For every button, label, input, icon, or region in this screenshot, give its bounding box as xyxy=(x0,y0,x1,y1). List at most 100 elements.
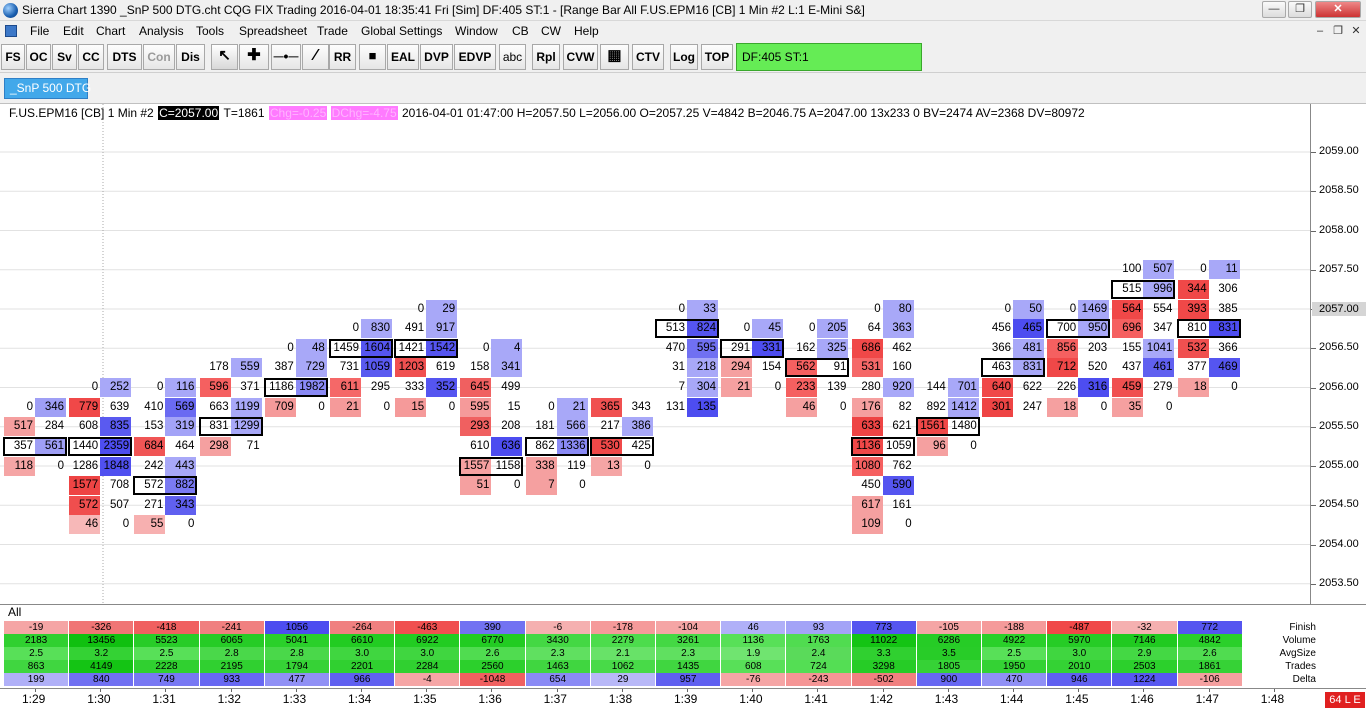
footprint-ask-cell: 1041 xyxy=(1143,338,1175,358)
footprint-ask-cell: 507 xyxy=(1143,260,1175,280)
subgraph-finish-cell: 93 xyxy=(786,621,851,634)
trendline-tool-icon[interactable]: ∕ xyxy=(302,44,329,70)
menu-edit[interactable]: Edit xyxy=(63,24,84,38)
footprint-bid-cell: 178 xyxy=(209,361,229,374)
toolbar-ctv-button[interactable]: CTV xyxy=(632,44,664,70)
mdi-minimize-icon[interactable]: – xyxy=(1311,25,1329,39)
footprint-bid-cell: 7 xyxy=(678,381,685,393)
mdi-restore-icon[interactable]: ❐ xyxy=(1329,25,1347,39)
footprint-bid-cell: 109 xyxy=(851,515,883,535)
toolbar-abc-button[interactable]: abc xyxy=(499,44,526,70)
footprint-bid-cell: 0 xyxy=(287,341,294,354)
grid-layout-icon[interactable]: ▦ xyxy=(600,44,629,70)
toolbar-dvp-button[interactable]: DVP xyxy=(420,44,453,70)
footprint-bid-cell: 0 xyxy=(743,322,751,335)
point-of-control-box xyxy=(68,436,133,456)
price-label: 2056.50 xyxy=(1319,341,1359,354)
footprint-bid-cell: 118 xyxy=(4,456,35,476)
price-tick xyxy=(1311,387,1316,389)
time-label: 1:33 xyxy=(282,692,307,706)
subgraph-avgsize-cell: 2.3 xyxy=(656,647,721,660)
menu-window[interactable]: Window xyxy=(455,24,498,38)
toolbar-edvp-button[interactable]: EDVP xyxy=(454,44,496,70)
footprint-ask-cell: 636 xyxy=(491,436,523,456)
footprint-ask-cell: 917 xyxy=(426,319,458,339)
footprint-bid-cell: 35 xyxy=(1112,397,1144,417)
footprint-bid-cell: 64 xyxy=(867,322,881,335)
subgraph-trades-cell: 1794 xyxy=(264,660,329,673)
crosshair-tool-icon[interactable]: ✚ xyxy=(239,44,269,70)
footprint-ask-cell: 29 xyxy=(426,299,458,319)
toolbar-cvw-button[interactable]: CVW xyxy=(563,44,598,70)
footprint-ask-cell: 279 xyxy=(1153,381,1173,393)
toolbar-cc-button[interactable]: CC xyxy=(78,44,104,70)
rectangle-tool-icon[interactable]: ■ xyxy=(359,44,386,70)
footprint-bid-cell: 226 xyxy=(1057,381,1077,393)
toolbar-fs-button[interactable]: FS xyxy=(1,44,25,70)
footprint-bid-cell: 21 xyxy=(721,378,753,397)
subgraph-volume-cell: 4922 xyxy=(982,634,1047,647)
subgraph-delta-cell: 946 xyxy=(1047,673,1112,686)
toolbar-oc-button[interactable]: OC xyxy=(26,44,51,70)
footprint-ask-cell: 50 xyxy=(1013,299,1044,319)
subgraph-trades-cell: 2228 xyxy=(134,660,199,673)
toolbar-dis-button[interactable]: Dis xyxy=(176,44,205,70)
menu-tools[interactable]: Tools xyxy=(196,24,224,38)
footprint-ask-cell: 729 xyxy=(295,358,327,378)
time-label: 1:32 xyxy=(217,692,241,706)
maximize-button[interactable]: ❐ xyxy=(1288,1,1312,18)
footprint-bid-cell: 663 xyxy=(209,400,229,413)
toolbar-rr-button[interactable]: RR xyxy=(329,44,356,70)
toolbar-eal-button[interactable]: EAL xyxy=(387,44,419,70)
mdi-close-icon[interactable]: ✕ xyxy=(1347,25,1365,39)
toolbar-top-button[interactable]: TOP xyxy=(701,44,733,70)
footprint-bid-cell: 1080 xyxy=(851,456,883,476)
footprint-bid-cell: 46 xyxy=(786,397,818,417)
chart-area[interactable]: 0 346 517 284 357 561 118 0 0 252 779 639 608 835 1440… xyxy=(0,104,1310,604)
toolbar-rpl-button[interactable]: Rpl xyxy=(532,44,560,70)
subgraph-trades-cell: 4149 xyxy=(69,660,134,673)
toolbar-con-button[interactable]: Con xyxy=(143,44,175,70)
subgraph-row-label: Delta xyxy=(1292,674,1316,685)
price-axis[interactable]: 2059.00 2058.50 2058.00 2057.50 2057.00 2056.… xyxy=(1310,104,1366,604)
menu-analysis[interactable]: Analysis xyxy=(139,24,184,38)
footprint-bid-cell: 131 xyxy=(665,400,685,413)
footprint-ask-cell: 499 xyxy=(501,381,521,393)
footprint-bid-cell: 0 xyxy=(808,322,816,335)
chart-window-icon[interactable] xyxy=(5,25,17,37)
time-axis[interactable]: 1:29 1:30 1:31 1:32 1:33 1:34 1:35 1:36 1:37 1:38… xyxy=(0,688,1366,714)
menu-chart[interactable]: Chart xyxy=(96,24,125,38)
footprint-ask-cell: 343 xyxy=(165,495,197,515)
footprint-bid-cell: 31 xyxy=(672,361,685,374)
footprint-bid-cell: 0 xyxy=(26,400,33,413)
pointer-tool-icon[interactable]: ↖ xyxy=(211,44,238,70)
price-label: 2054.50 xyxy=(1319,498,1359,511)
subgraph-volume-cell: 11022 xyxy=(851,634,916,647)
menu-global-settings[interactable]: Global Settings xyxy=(361,24,442,38)
menu-spreadsheet[interactable]: Spreadsheet xyxy=(239,24,307,38)
point-of-control-box xyxy=(3,436,67,456)
toolbar-log-button[interactable]: Log xyxy=(670,44,698,70)
footprint-bid-cell: 333 xyxy=(405,381,425,393)
footprint-bid-cell: 0 xyxy=(1004,302,1011,315)
menu-trade[interactable]: Trade xyxy=(317,24,348,38)
footprint-bid-cell: 96 xyxy=(916,436,948,456)
close-button[interactable]: ✕ xyxy=(1315,1,1361,18)
menu-cb[interactable]: CB xyxy=(512,24,529,38)
tab-snp-500-dtg[interactable]: _SnP 500 DTG xyxy=(4,78,91,99)
time-label: 1:45 xyxy=(1065,692,1089,706)
menu-cw[interactable]: CW xyxy=(541,24,561,38)
price-tick xyxy=(1311,152,1316,153)
subgraph-row-label: Volume xyxy=(1282,635,1316,646)
horizontal-line-tool-icon[interactable]: ─•─ xyxy=(271,44,301,70)
price-tick xyxy=(1311,230,1316,232)
minimize-button[interactable]: — xyxy=(1262,1,1286,18)
toolbar-sv-button[interactable]: Sv xyxy=(52,44,77,70)
menu-help[interactable]: Help xyxy=(574,24,599,38)
footprint-bid-cell: 1203 xyxy=(395,358,427,378)
subgraph-delta-cell: 199 xyxy=(4,673,69,686)
footprint-ask-cell: 363 xyxy=(882,319,914,339)
time-label: 1:47 xyxy=(1195,692,1219,706)
toolbar-dts-button[interactable]: DTS xyxy=(107,44,142,70)
menu-file[interactable]: File xyxy=(30,24,49,38)
